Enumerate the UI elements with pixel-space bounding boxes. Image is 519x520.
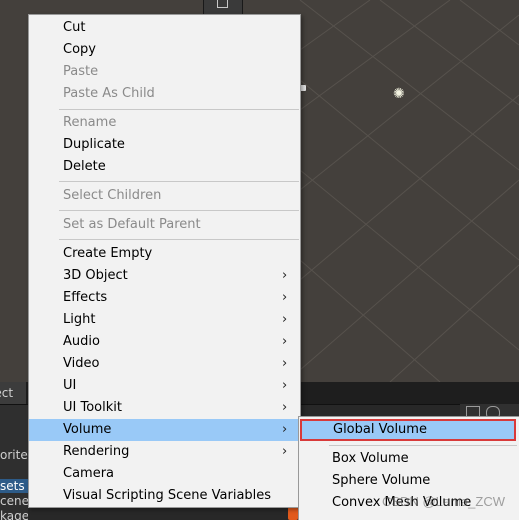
chevron-right-icon: › (282, 356, 288, 371)
menu-item-video[interactable]: Video › (29, 353, 300, 375)
submenu-item-sphere-volume[interactable]: Sphere Volume (299, 470, 519, 492)
menu-item-audio[interactable]: Audio › (29, 331, 300, 353)
menu-item-rendering[interactable]: Rendering › (29, 441, 300, 463)
watermark: CSDN @Lama_ZCW (382, 494, 505, 509)
tree-item-packages[interactable]: kage (0, 509, 28, 520)
tree-item-scenes[interactable]: cene (0, 494, 28, 508)
project-tree: orite sets cene kage (0, 405, 28, 520)
submenu-item-global-volume[interactable]: Global Volume (300, 419, 516, 441)
menu-separator (59, 210, 299, 211)
menu-item-ui-toolkit[interactable]: UI Toolkit › (29, 397, 300, 419)
menu-item-volume[interactable]: Volume › (29, 419, 300, 441)
menu-item-set-default-parent: Set as Default Parent (63, 217, 201, 232)
menu-item-camera[interactable]: Camera (29, 463, 300, 485)
menu-item-paste-as-child: Paste As Child (63, 86, 155, 101)
menu-item-cut[interactable]: Cut (29, 17, 300, 39)
menu-item-ui[interactable]: UI › (29, 375, 300, 397)
submenu-item-box-volume[interactable]: Box Volume (299, 448, 519, 470)
menu-item-visual-scripting-scene-variables[interactable]: Visual Scripting Scene Variables (29, 485, 300, 507)
menu-item-create-empty[interactable]: Create Empty (29, 243, 300, 265)
light-gizmo-icon: ✺ (393, 86, 405, 102)
menu-separator (59, 239, 299, 240)
chevron-right-icon: › (282, 312, 288, 327)
menu-separator (59, 109, 299, 110)
menu-separator (59, 181, 299, 182)
menu-item-select-children: Select Children (63, 188, 162, 203)
rect-tool-icon (217, 0, 228, 8)
menu-item-rename: Rename (63, 115, 117, 130)
error-icon (288, 507, 298, 520)
menu-item-duplicate[interactable]: Duplicate (29, 134, 300, 156)
chevron-right-icon: › (282, 334, 288, 349)
chevron-right-icon: › (282, 378, 288, 393)
tree-item-favorites[interactable]: orite (0, 448, 28, 462)
tree-item-assets[interactable]: sets (0, 479, 28, 493)
chevron-right-icon: › (282, 400, 288, 415)
menu-item-light[interactable]: Light › (29, 309, 300, 331)
menu-item-effects[interactable]: Effects › (29, 287, 300, 309)
menu-item-copy[interactable]: Copy (29, 39, 300, 61)
chevron-right-icon: › (282, 290, 288, 305)
tab-project[interactable]: ject (0, 382, 26, 404)
menu-separator (329, 445, 517, 446)
hierarchy-context-menu: Cut Copy Paste Paste As Child Rename Dup… (28, 14, 301, 508)
menu-item-3d-object[interactable]: 3D Object › (29, 265, 300, 287)
chevron-right-icon: › (282, 444, 288, 459)
menu-item-delete[interactable]: Delete (29, 156, 300, 178)
chevron-right-icon: › (282, 268, 288, 283)
chevron-right-icon: › (282, 422, 288, 437)
scene-tool-button[interactable] (203, 0, 243, 15)
menu-item-paste: Paste (63, 64, 99, 79)
